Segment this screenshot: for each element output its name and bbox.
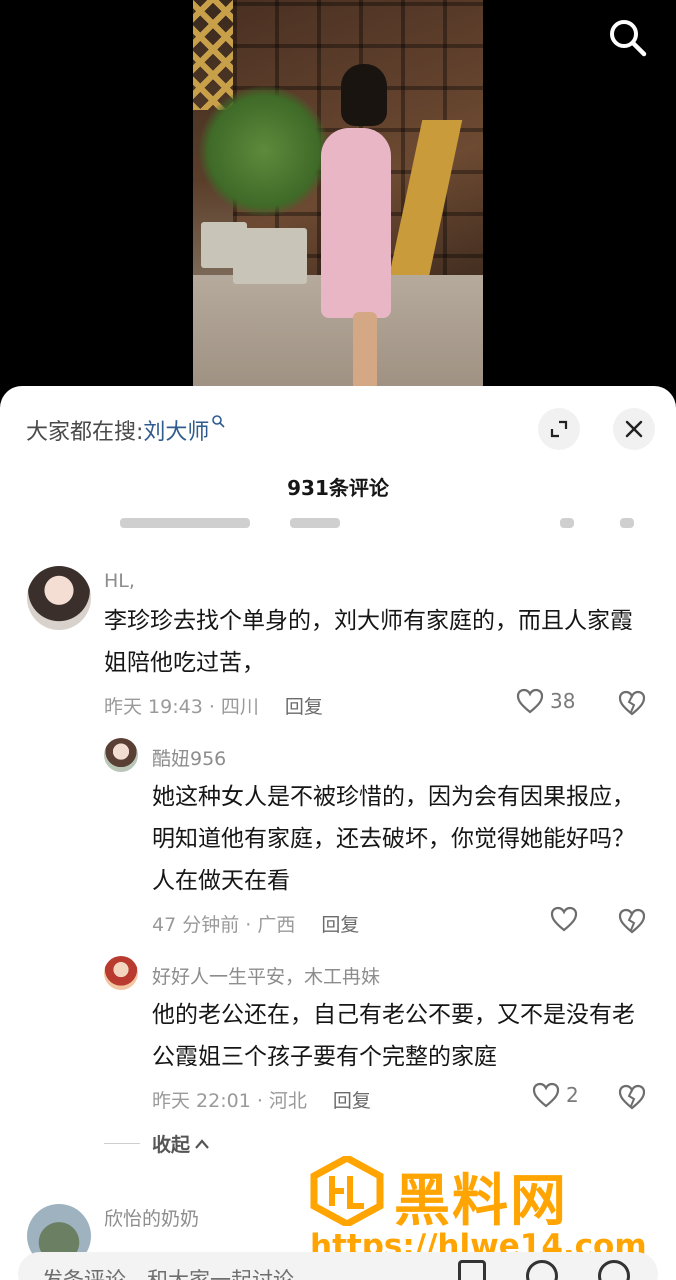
expand-button[interactable] — [538, 408, 580, 450]
comment-username[interactable]: 欣怡的奶奶 — [104, 1204, 199, 1231]
trending-search[interactable]: 大家都在搜:刘大师 — [26, 414, 226, 446]
like-count: 38 — [550, 689, 576, 713]
dislike-button[interactable] — [618, 908, 646, 938]
screen: 大家都在搜:刘大师 931条评论 HL, 李珍珍去找个单身的，刘大师有家庭的，而… — [0, 0, 676, 1280]
watermark-title: 黑料网 — [394, 1169, 568, 1234]
reply-button[interactable]: 回复 — [285, 696, 323, 718]
reply-username[interactable]: 好好人一生平安，木工冉妹 — [152, 962, 380, 989]
comment-sheet: 大家都在搜:刘大师 931条评论 HL, 李珍珍去找个单身的，刘大师有家庭的，而… — [0, 386, 676, 1280]
video-person-dress — [321, 128, 391, 318]
video-plant — [199, 86, 329, 216]
heart-icon — [550, 906, 578, 932]
video-person-head — [341, 64, 387, 126]
trending-keyword[interactable]: 刘大师 — [143, 420, 209, 445]
collapse-replies-button[interactable]: 收起 — [104, 1130, 210, 1157]
avatar[interactable] — [104, 956, 138, 990]
comment-count: 931条评论 — [287, 476, 389, 500]
chevron-up-icon — [195, 1138, 209, 1149]
close-button[interactable] — [613, 408, 655, 450]
like-button[interactable]: 38 — [516, 688, 575, 714]
divider — [104, 1143, 140, 1144]
search-icon — [610, 20, 647, 57]
like-button[interactable]: 2 — [532, 1082, 579, 1108]
comment-input[interactable]: 发条评论，和大家一起讨论 — [18, 1252, 658, 1280]
broken-heart-icon — [618, 690, 646, 716]
comment-username[interactable]: HL, — [104, 570, 135, 592]
reply-button[interactable]: 回复 — [333, 1090, 371, 1112]
dislike-button[interactable] — [618, 1084, 646, 1114]
like-count: 2 — [566, 1083, 579, 1107]
reply-meta: 昨天 22:01 · 河北 回复 — [152, 1086, 371, 1113]
video-pot — [201, 222, 247, 268]
image-icon[interactable] — [458, 1260, 486, 1280]
avatar[interactable] — [104, 738, 138, 772]
broken-heart-icon — [618, 1084, 646, 1110]
comment-text: 李珍珍去找个单身的，刘大师有家庭的，而且人家霞姐陪他吃过苦， — [104, 608, 633, 676]
video-person-legs — [353, 312, 377, 390]
search-icon — [212, 415, 226, 428]
heart-icon — [532, 1082, 560, 1108]
video-trellis — [193, 0, 233, 110]
avatar[interactable] — [27, 566, 91, 630]
watermark-logo — [310, 1156, 384, 1226]
broken-heart-icon — [618, 908, 646, 934]
scrolled-previous-comment — [120, 514, 640, 528]
reply-text: 他的老公还在，自己有老公不要，又不是没有老公霞姐三个孩子要有个完整的家庭 — [152, 1002, 635, 1070]
comment-input-placeholder: 发条评论，和大家一起讨论 — [42, 1268, 294, 1280]
heart-icon — [516, 688, 544, 714]
collapse-label: 收起 — [152, 1134, 191, 1156]
emoji-icon[interactable] — [598, 1260, 630, 1280]
trending-prefix: 大家都在搜: — [26, 420, 144, 445]
like-button[interactable] — [550, 906, 584, 932]
video-player[interactable] — [193, 0, 483, 400]
comment-meta: 昨天 19:43 · 四川 回复 — [104, 692, 323, 719]
sheet-header: 大家都在搜:刘大师 — [0, 386, 676, 474]
expand-icon — [550, 420, 568, 438]
close-icon — [625, 420, 643, 438]
reply-button[interactable]: 回复 — [321, 914, 359, 936]
reply-time-location: 昨天 22:01 · 河北 — [152, 1090, 307, 1112]
dislike-button[interactable] — [618, 690, 646, 720]
search-button[interactable] — [606, 16, 650, 60]
reply-text: 她这种女人是不被珍惜的，因为会有因果报应，明知道他有家庭，还去破坏，你觉得她能好… — [152, 784, 635, 894]
reply-time-location: 47 分钟前 · 广西 — [152, 914, 296, 936]
reply-meta: 47 分钟前 · 广西 回复 — [152, 910, 359, 937]
reply-username[interactable]: 酷妞956 — [152, 744, 226, 771]
comment-time-location: 昨天 19:43 · 四川 — [104, 696, 259, 718]
at-icon[interactable] — [526, 1260, 558, 1280]
